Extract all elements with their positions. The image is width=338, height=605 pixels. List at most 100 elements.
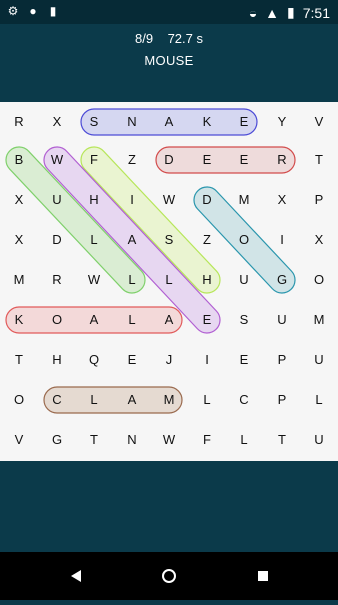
grid-cell[interactable]: W [159,430,179,450]
grid-cell[interactable]: U [309,430,329,450]
grid-cell[interactable]: M [309,310,329,330]
grid-cell[interactable]: E [234,150,254,170]
settings-icon: ⚙ [7,4,19,18]
grid-cell[interactable]: X [309,230,329,250]
grid-cell[interactable]: I [122,190,142,210]
grid-cell[interactable]: U [272,310,292,330]
progress-line: 8/9 72.7 s [0,31,338,46]
grid-cell[interactable]: U [47,190,67,210]
grid-cell[interactable]: B [9,150,29,170]
grid-cell[interactable]: E [234,112,254,132]
grid-cell[interactable]: F [197,430,217,450]
grid-cell[interactable]: U [234,270,254,290]
grid-cell[interactable]: J [159,350,179,370]
grid-cell[interactable]: T [272,430,292,450]
grid-cell[interactable]: P [272,390,292,410]
grid-cell[interactable]: M [234,190,254,210]
elapsed-time: 72.7 s [167,31,203,46]
progress-count: 8/9 [135,31,154,46]
signal-icon: ▲ [265,4,280,21]
recent-apps-icon [258,571,268,581]
grid-cell[interactable]: G [272,270,292,290]
grid-cell[interactable]: A [159,112,179,132]
grid-cell[interactable]: P [272,350,292,370]
grid-cell[interactable]: O [9,390,29,410]
battery-icon: ▮ [287,4,295,20]
grid-cell[interactable]: K [197,112,217,132]
grid-cell[interactable]: L [159,270,179,290]
grid-cell[interactable]: Z [197,230,217,250]
grid-cell[interactable]: O [234,230,254,250]
grid-cell[interactable]: K [9,310,29,330]
grid-cell[interactable]: O [309,270,329,290]
grid-cell[interactable]: L [122,270,142,290]
grid-cell[interactable]: L [122,310,142,330]
game-header: 8/9 72.7 s MOUSE [0,24,338,102]
grid-cell[interactable]: S [84,112,104,132]
grid-cell[interactable]: L [234,430,254,450]
grid-cell[interactable]: M [159,390,179,410]
grid-cell[interactable]: L [309,390,329,410]
home-button[interactable] [144,552,194,600]
status-left-icons: ⚙ ● ▮ [6,4,60,18]
grid-cell[interactable]: X [272,190,292,210]
grid-cell[interactable]: U [309,350,329,370]
grid-cell[interactable]: D [47,230,67,250]
grid-cell[interactable]: L [197,390,217,410]
wifi-icon: ◒ [248,4,258,21]
grid-cell[interactable]: F [84,150,104,170]
grid-cell[interactable]: T [84,430,104,450]
grid-cell[interactable]: X [47,112,67,132]
back-button[interactable] [50,552,100,600]
grid-cell[interactable]: H [84,190,104,210]
grid-cell[interactable]: E [197,150,217,170]
grid-cell[interactable]: A [159,310,179,330]
clock: 7:51 [302,4,330,21]
grid-cell[interactable]: T [9,350,29,370]
grid-cell[interactable]: L [84,390,104,410]
grid-cell[interactable]: I [197,350,217,370]
grid-cell[interactable]: L [84,230,104,250]
grid-cell[interactable]: N [122,430,142,450]
grid-cell[interactable]: X [9,190,29,210]
grid-cell[interactable]: Z [122,150,142,170]
grid-cell[interactable]: E [122,350,142,370]
grid-cell[interactable]: C [47,390,67,410]
grid-cell[interactable]: A [122,230,142,250]
grid-cell[interactable]: C [234,390,254,410]
grid-cell[interactable]: T [309,150,329,170]
grid-cell[interactable]: M [9,270,29,290]
grid-cell[interactable]: A [122,390,142,410]
grid-cell[interactable]: A [84,310,104,330]
word-search-board[interactable]: RXSNAKEYVBWFZDEERTXUHIWDMXPXDLASZOIXMRWL… [0,102,338,461]
android-nav-bar [0,552,338,600]
grid-cell[interactable]: W [159,190,179,210]
status-bar: ⚙ ● ▮ ◒ ▲ ▮ 7:51 [0,0,338,24]
grid-cell[interactable]: O [47,310,67,330]
grid-cell[interactable]: R [9,112,29,132]
grid-cell[interactable]: P [309,190,329,210]
grid-cell[interactable]: E [197,310,217,330]
grid-cell[interactable]: Y [272,112,292,132]
grid-cell[interactable]: S [159,230,179,250]
grid-cell[interactable]: H [47,350,67,370]
grid-cell[interactable]: E [234,350,254,370]
grid-cell[interactable]: V [9,430,29,450]
grid-cell[interactable]: D [197,190,217,210]
grid-cell[interactable]: W [47,150,67,170]
grid-cell[interactable]: Q [84,350,104,370]
grid-cell[interactable]: X [9,230,29,250]
grid-cell[interactable]: H [197,270,217,290]
recent-apps-button[interactable] [238,552,288,600]
grid-cell[interactable]: D [159,150,179,170]
grid-cell[interactable]: G [47,430,67,450]
grid-cell[interactable]: R [47,270,67,290]
circle-icon: ● [29,4,37,18]
grid-cell[interactable]: V [309,112,329,132]
grid-cell[interactable]: I [272,230,292,250]
grid-cell[interactable]: R [272,150,292,170]
grid-cell[interactable]: W [84,270,104,290]
grid-cell[interactable]: S [234,310,254,330]
grid-cell[interactable]: N [122,112,142,132]
back-icon [71,570,81,582]
